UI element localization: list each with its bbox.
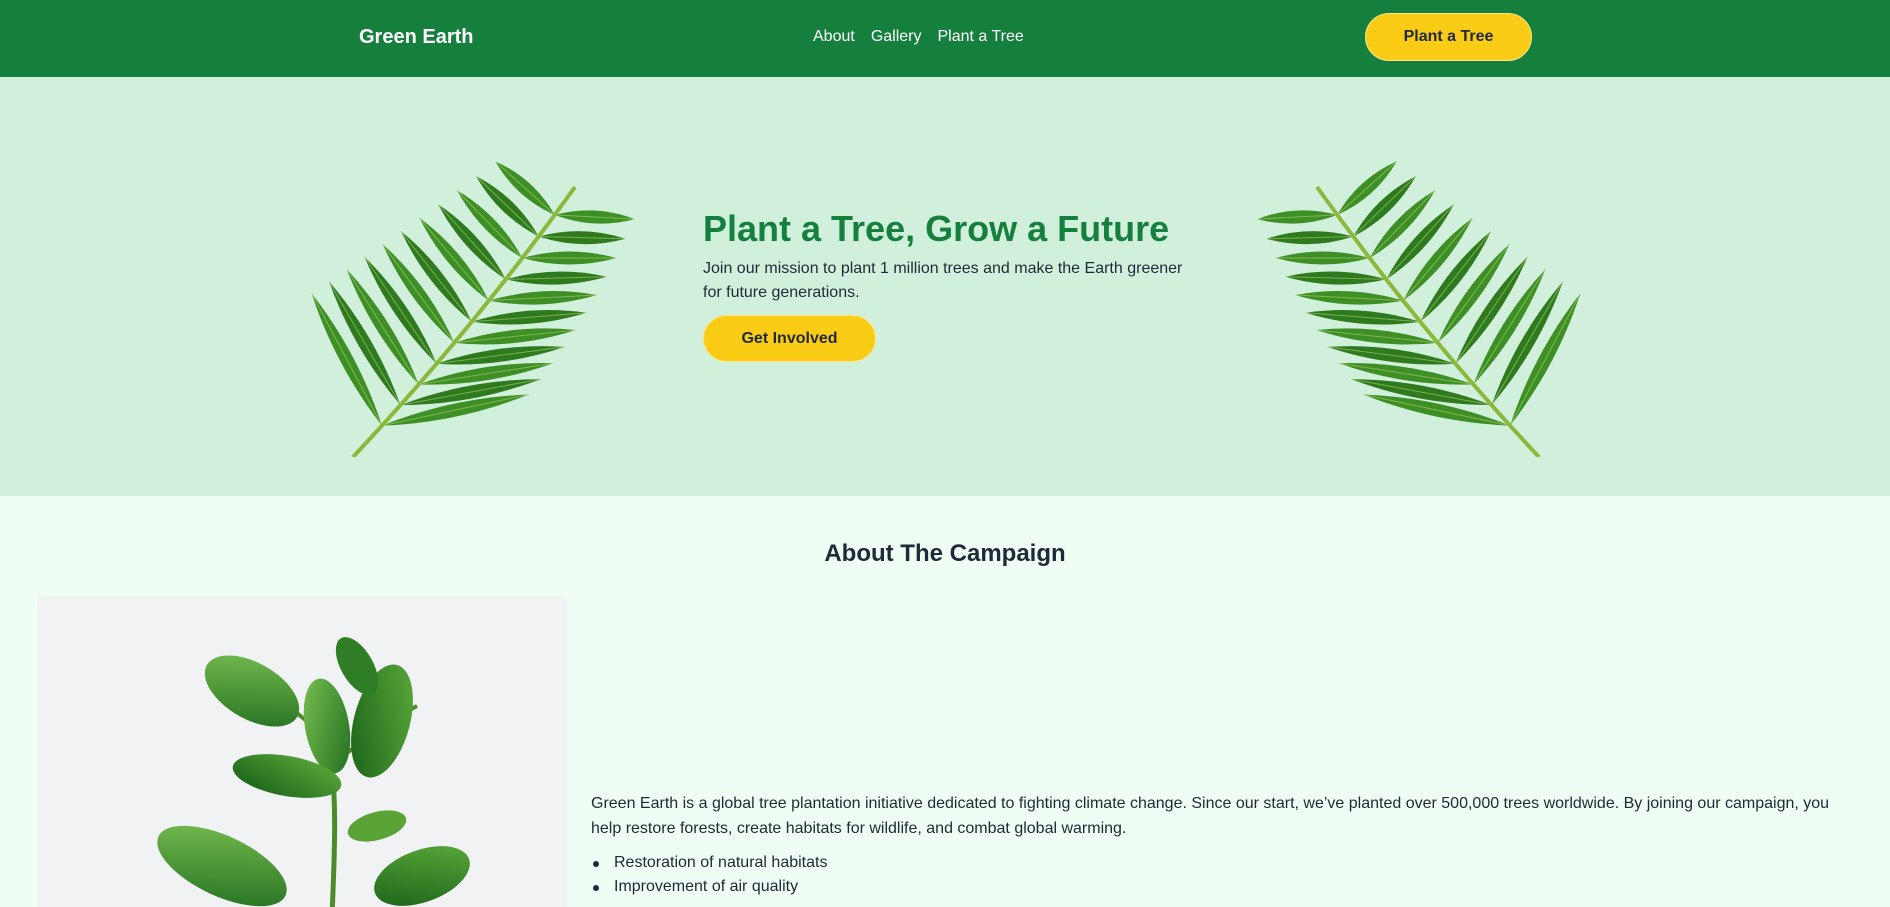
palm-leaf-icon bbox=[311, 160, 635, 457]
about-benefits-list: Restoration of natural habitats Improvem… bbox=[591, 851, 1851, 899]
about-title: About The Campaign bbox=[824, 540, 1066, 567]
about-description: Green Earth is a global tree plantation … bbox=[591, 795, 1830, 837]
navbar: Green Earth About Gallery Plant a Tree P… bbox=[0, 0, 1890, 77]
brand-logo[interactable]: Green Earth bbox=[359, 26, 473, 49]
palm-leaf-icon bbox=[1257, 160, 1581, 457]
nav-link-about[interactable]: About bbox=[813, 28, 855, 46]
nav-link-gallery[interactable]: Gallery bbox=[871, 28, 922, 46]
hero-title: Plant a Tree, Grow a Future bbox=[703, 208, 1170, 249]
list-item: Restoration of natural habitats bbox=[591, 851, 1851, 875]
about-text: Green Earth is a global tree plantation … bbox=[591, 791, 1851, 899]
potted-plant-image bbox=[37, 596, 567, 907]
nav-links: About Gallery Plant a Tree bbox=[813, 28, 1024, 46]
hero-section: Plant a Tree, Grow a Future Join our mis… bbox=[0, 77, 1890, 496]
nav-link-plant-a-tree[interactable]: Plant a Tree bbox=[938, 28, 1024, 46]
list-item: Improvement of air quality bbox=[591, 875, 1851, 899]
hero-content: Plant a Tree, Grow a Future Join our mis… bbox=[703, 207, 1193, 362]
hero-subtitle: Join our mission to plant 1 million tree… bbox=[703, 260, 1183, 301]
plant-a-tree-button[interactable]: Plant a Tree bbox=[1365, 13, 1532, 61]
get-involved-button[interactable]: Get Involved bbox=[703, 315, 876, 362]
